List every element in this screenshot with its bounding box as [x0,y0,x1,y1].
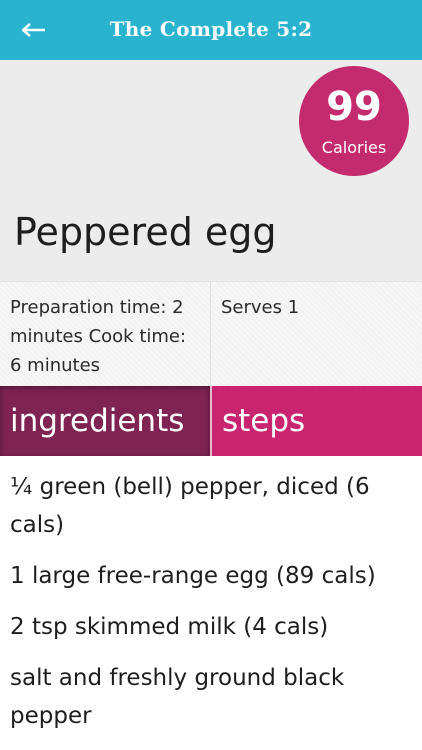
serves-count: Serves 1 [211,282,422,386]
recipe-hero: 99 Calories Peppered egg [0,60,422,281]
list-item: ¼ green (bell) pepper, diced (6 cals) [10,474,370,538]
recipe-title: Peppered egg [14,210,277,254]
list-item: 2 tsp skimmed milk (4 cals) [10,614,329,640]
top-bar: The Complete 5:2 [0,0,422,60]
list-item: salt and freshly ground black pepper [10,665,345,729]
app-title: The Complete 5:2 [109,17,313,41]
calorie-badge: 99 Calories [299,66,409,176]
recipe-tabs: ingredients steps [0,386,422,456]
tab-steps[interactable]: steps [210,386,422,456]
ingredient-list: ¼ green (bell) pepper, diced (6 cals) 1 … [0,456,422,748]
tab-ingredients[interactable]: ingredients [0,386,210,456]
calorie-label: Calories [321,138,387,157]
list-item: 1 large free-range egg (89 cals) [10,563,376,589]
calorie-value: 99 [326,84,382,130]
recipe-info-row: Preparation time: 2 minutes Cook time: 6… [0,281,422,386]
preparation-cook-time: Preparation time: 2 minutes Cook time: 6… [0,282,211,386]
